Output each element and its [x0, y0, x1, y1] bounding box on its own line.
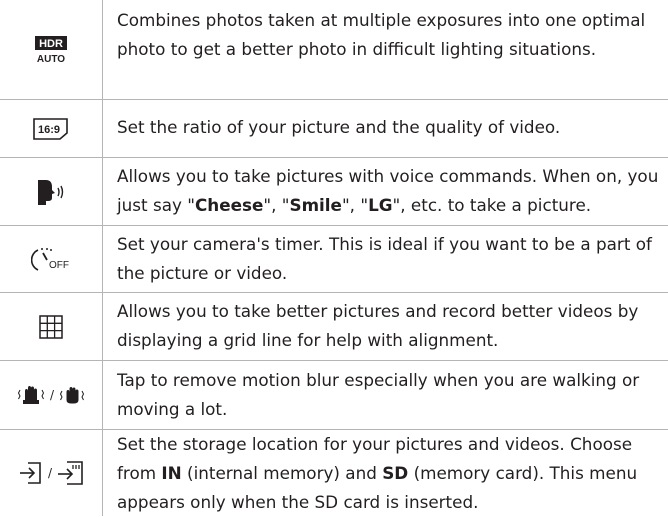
sd-card-storage-icon: [58, 461, 83, 485]
text-segment: (internal memory) and: [181, 463, 383, 483]
icon-separator: /: [47, 466, 53, 480]
icon-cell: /: [0, 361, 102, 429]
row-description: Combines photos taken at multiple exposu…: [117, 10, 646, 59]
icon-separator: /: [49, 388, 55, 402]
svg-text:HDR: HDR: [39, 38, 63, 50]
icon-cell: HDR AUTO: [0, 0, 102, 99]
hdr-auto-icon: HDR AUTO: [35, 35, 67, 65]
steady-shot-off-icon: [59, 387, 85, 404]
svg-text:OFF: OFF: [49, 260, 69, 271]
table-row-timer: OFF Set your camera's timer. This is ide…: [0, 226, 668, 292]
text-segment: ", ": [341, 195, 369, 215]
row-description: Set the ratio of your picture and the qu…: [117, 117, 561, 137]
row-description: Tap to remove motion blur especially whe…: [117, 370, 640, 419]
icon-cell: [0, 293, 102, 360]
icon-cell: [0, 158, 102, 225]
icon-pair: /: [16, 384, 86, 406]
keyword: IN: [161, 463, 182, 483]
table-row-grid: Allows you to take better pictures and r…: [0, 293, 668, 360]
table-row-hdr: HDR AUTO Combines photos taken at multip…: [0, 0, 668, 99]
keyword: LG: [368, 195, 393, 215]
timer-off-icon: OFF: [31, 248, 69, 271]
row-description: Set your camera's timer. This is ideal i…: [117, 234, 652, 283]
grid-icon: [39, 314, 63, 339]
icon-cell: OFF: [0, 226, 102, 292]
icon-cell: /: [0, 430, 102, 516]
keyword: SD: [382, 463, 409, 483]
text-segment: ", ": [263, 195, 290, 215]
table-row-steady: / Tap to remove motion blur especially w…: [0, 361, 668, 429]
row-description: Allows you to take pictures with voice c…: [117, 162, 665, 220]
icon-cell: 16:9: [0, 100, 102, 157]
keyword: Cheese: [194, 195, 264, 215]
svg-text:AUTO: AUTO: [37, 54, 65, 65]
internal-storage-icon: [19, 462, 41, 484]
table-row-voice: Allows you to take pictures with voice c…: [0, 158, 668, 225]
svg-text:16:9: 16:9: [38, 124, 60, 136]
keyword: Smile: [289, 195, 342, 215]
voice-shutter-icon: [38, 179, 64, 205]
icon-pair: /: [18, 459, 84, 487]
row-description: Set the storage location for your pictur…: [117, 430, 665, 517]
aspect-ratio-icon: 16:9: [33, 117, 68, 140]
text-segment: ", etc. to take a picture.: [392, 195, 592, 215]
table-row-ratio: 16:9 Set the ratio of your picture and t…: [0, 100, 668, 157]
steady-shot-on-icon: [17, 386, 45, 404]
row-description: Allows you to take better pictures and r…: [117, 301, 639, 350]
table-row-storage: / Set the storage location for your pict…: [0, 430, 668, 516]
